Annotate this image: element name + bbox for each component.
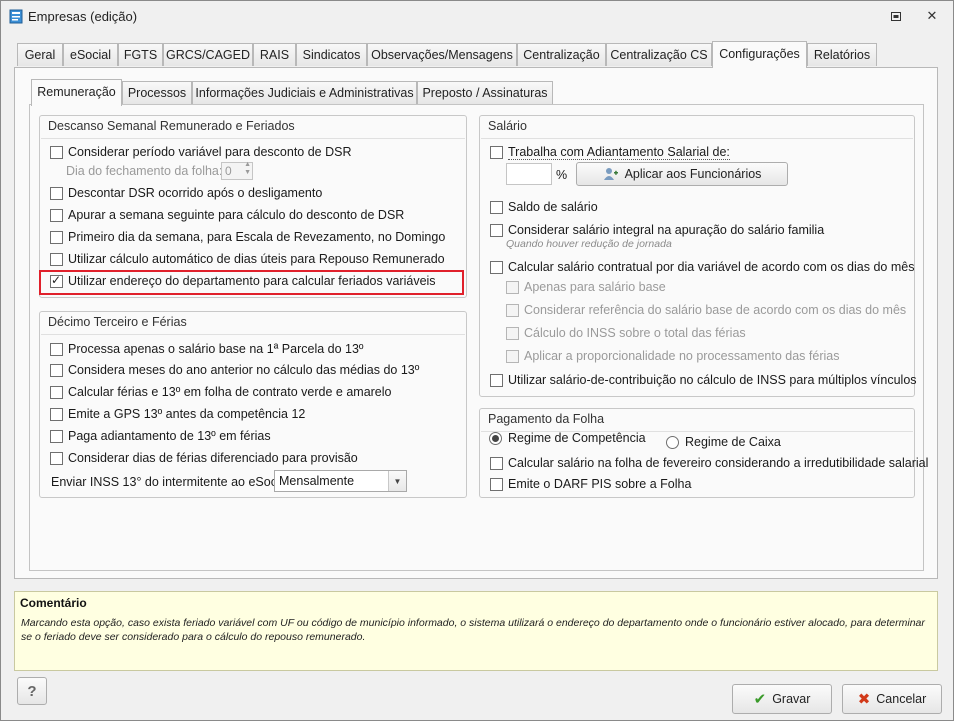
darf-pis-checkbox[interactable]: Emite o DARF PIS sobre a Folha — [490, 477, 691, 491]
tab-centralizacao[interactable]: Centralização — [517, 43, 606, 66]
regime-caixa-radio[interactable]: Regime de Caixa — [666, 435, 781, 449]
dsr-primeiro-dia-checkbox[interactable]: Primeiro dia da semana, para Escala de R… — [50, 230, 445, 244]
tab-geral[interactable]: Geral — [17, 43, 63, 66]
comment-text: Marcando esta opção, caso exista feriado… — [21, 617, 925, 643]
fevereiro-irredutibilidade-checkbox[interactable]: Calcular salário na folha de fevereiro c… — [490, 456, 928, 470]
highlight-box — [39, 270, 464, 295]
chevron-down-icon: ▼ — [388, 471, 406, 491]
cancel-button[interactable]: ✖ Cancelar — [842, 684, 942, 714]
title-bar: Empresas (edição) ✕ — [1, 1, 953, 31]
tab-grcs-caged[interactable]: GRCS/CAGED — [163, 43, 253, 66]
inss-intermitente-label: Enviar INSS 13° do intermitente ao eSoci… — [51, 475, 290, 489]
decimo-dias-ferias-checkbox[interactable]: Considerar dias de férias diferenciado p… — [50, 451, 358, 465]
tab-sindicatos[interactable]: Sindicatos — [296, 43, 367, 66]
x-icon: ✖ — [857, 691, 871, 708]
restore-button[interactable] — [886, 7, 906, 25]
subtab-processos[interactable]: Processos — [122, 81, 192, 104]
subtab-preposto[interactable]: Preposto / Assinaturas — [417, 81, 553, 104]
apenas-salario-base-checkbox[interactable]: Apenas para salário base — [506, 280, 666, 294]
dsr-dias-uteis-checkbox[interactable]: Utilizar cálculo automático de dias útei… — [50, 252, 445, 266]
dsr-semana-seguinte-checkbox[interactable]: Apurar a semana seguinte para cálculo do… — [50, 208, 404, 222]
tab-configuracoes[interactable]: Configurações — [712, 41, 807, 68]
dsr-periodo-variavel-checkbox[interactable]: Considerar período variável para descont… — [50, 145, 352, 159]
salario-group-title: Salário — [488, 119, 527, 133]
apply-to-employees-button[interactable]: Aplicar aos Funcionários — [576, 162, 788, 186]
stepper-arrows-icon: ▲ ▼ — [244, 161, 251, 176]
dsr-desligamento-checkbox[interactable]: Descontar DSR ocorrido após o desligamen… — [50, 186, 322, 200]
decimo-verde-amarelo-checkbox[interactable]: Calcular férias e 13º em folha de contra… — [50, 385, 392, 399]
calculo-inss-ferias-checkbox[interactable]: Cálculo do INSS sobre o total das férias — [506, 326, 746, 340]
saldo-salario-checkbox[interactable]: Saldo de salário — [490, 200, 598, 214]
tab-centralizacao-cs[interactable]: Centralização CS — [606, 43, 712, 66]
help-icon: ? — [27, 682, 37, 700]
close-button[interactable]: ✕ — [922, 7, 942, 25]
tab-observacoes[interactable]: Observações/Mensagens — [367, 43, 517, 66]
closing-day-stepper[interactable]: 0 ▲ ▼ — [221, 161, 253, 180]
inss-intermitente-select[interactable]: Mensalmente ▼ — [274, 470, 407, 492]
comment-title: Comentário — [20, 596, 87, 610]
restore-icon — [891, 11, 901, 21]
referencia-salario-base-checkbox[interactable]: Considerar referência do salário base de… — [506, 303, 906, 317]
tab-rais[interactable]: RAIS — [253, 43, 296, 66]
window-title: Empresas (edição) — [28, 9, 138, 24]
salario-integral-checkbox[interactable]: Considerar salário integral na apuração … — [490, 223, 824, 237]
close-icon: ✕ — [926, 8, 938, 23]
check-icon: ✔ — [753, 691, 767, 708]
percent-label: % — [556, 168, 568, 182]
tab-esocial[interactable]: eSocial — [63, 43, 118, 66]
multiplos-vinculos-checkbox[interactable]: Utilizar salário-de-contribuição no cálc… — [490, 373, 917, 387]
pagamento-group-title: Pagamento da Folha — [488, 412, 605, 426]
decimo-meses-anterior-checkbox[interactable]: Considera meses do ano anterior no cálcu… — [50, 363, 419, 377]
decimo-gps-checkbox[interactable]: Emite a GPS 13º antes da competência 12 — [50, 407, 305, 421]
tab-relatorios[interactable]: Relatórios — [807, 43, 877, 66]
comment-panel: Comentário Marcando esta opção, caso exi… — [14, 591, 938, 671]
decimo-group-title: Décimo Terceiro e Férias — [48, 315, 187, 329]
user-add-icon — [603, 168, 618, 180]
salario-integral-hint: Quando houver redução de jornada — [506, 238, 672, 250]
subtab-remuneracao[interactable]: Remuneração — [31, 79, 122, 106]
save-button[interactable]: ✔ Gravar — [732, 684, 832, 714]
dsr-group-title: Descanso Semanal Remunerado e Feriados — [48, 119, 295, 133]
salario-contratual-checkbox[interactable]: Calcular salário contratual por dia vari… — [490, 260, 914, 274]
window: Empresas (edição) ✕ Geral eSocial FGTS G… — [0, 0, 954, 721]
decimo-salario-base-checkbox[interactable]: Processa apenas o salário base na 1ª Par… — [50, 342, 364, 356]
help-button[interactable]: ? — [17, 677, 47, 705]
proporcionalidade-ferias-checkbox[interactable]: Aplicar a proporcionalidade no processam… — [506, 349, 839, 363]
regime-competencia-radio[interactable]: Regime de Competência — [489, 431, 646, 445]
subtab-informacoes-judiciais[interactable]: Informações Judiciais e Administrativas — [192, 81, 417, 104]
decimo-adiantamento-checkbox[interactable]: Paga adiantamento de 13º em férias — [50, 429, 271, 443]
app-icon — [9, 9, 23, 24]
adiantamento-percent-input[interactable] — [506, 163, 552, 185]
tab-fgts[interactable]: FGTS — [118, 43, 163, 66]
closing-day-label: Dia do fechamento da folha: — [66, 164, 223, 178]
adiantamento-checkbox[interactable]: Trabalha com Adiantamento Salarial de: — [490, 145, 730, 160]
